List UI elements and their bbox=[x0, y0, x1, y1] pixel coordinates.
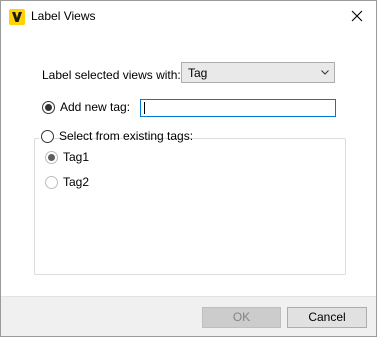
window-title: Label Views bbox=[31, 9, 96, 23]
add-new-tag-label[interactable]: Add new tag: bbox=[60, 100, 130, 115]
chevron-down-icon bbox=[321, 70, 329, 75]
label-with-caption: Label selected views with: bbox=[42, 68, 181, 82]
add-new-tag-radio[interactable] bbox=[42, 101, 55, 114]
label-type-combobox[interactable]: Tag bbox=[181, 62, 335, 83]
close-button[interactable] bbox=[338, 1, 376, 31]
tag2-radio[interactable] bbox=[45, 176, 58, 189]
tag1-radio[interactable] bbox=[45, 151, 58, 164]
title-bar: Label Views bbox=[1, 1, 376, 32]
new-tag-input[interactable] bbox=[140, 99, 336, 117]
v-logo-icon bbox=[9, 9, 25, 25]
select-existing-label[interactable]: Select from existing tags: bbox=[59, 129, 193, 144]
tag1-label[interactable]: Tag1 bbox=[63, 150, 89, 165]
dialog-footer: OK Cancel bbox=[1, 296, 376, 336]
tag2-label[interactable]: Tag2 bbox=[63, 175, 89, 190]
combo-selected-value: Tag bbox=[188, 66, 208, 80]
dialog-body: Label selected views with: Tag Add new t… bbox=[1, 32, 376, 296]
text-caret bbox=[144, 102, 145, 114]
close-icon bbox=[351, 10, 363, 22]
cancel-button[interactable]: Cancel bbox=[287, 307, 367, 328]
existing-tags-legend: Select from existing tags: bbox=[39, 129, 193, 145]
ok-button[interactable]: OK bbox=[202, 307, 281, 328]
label-views-dialog: Label Views Label selected views with: T… bbox=[0, 0, 377, 337]
select-existing-radio[interactable] bbox=[41, 130, 54, 143]
